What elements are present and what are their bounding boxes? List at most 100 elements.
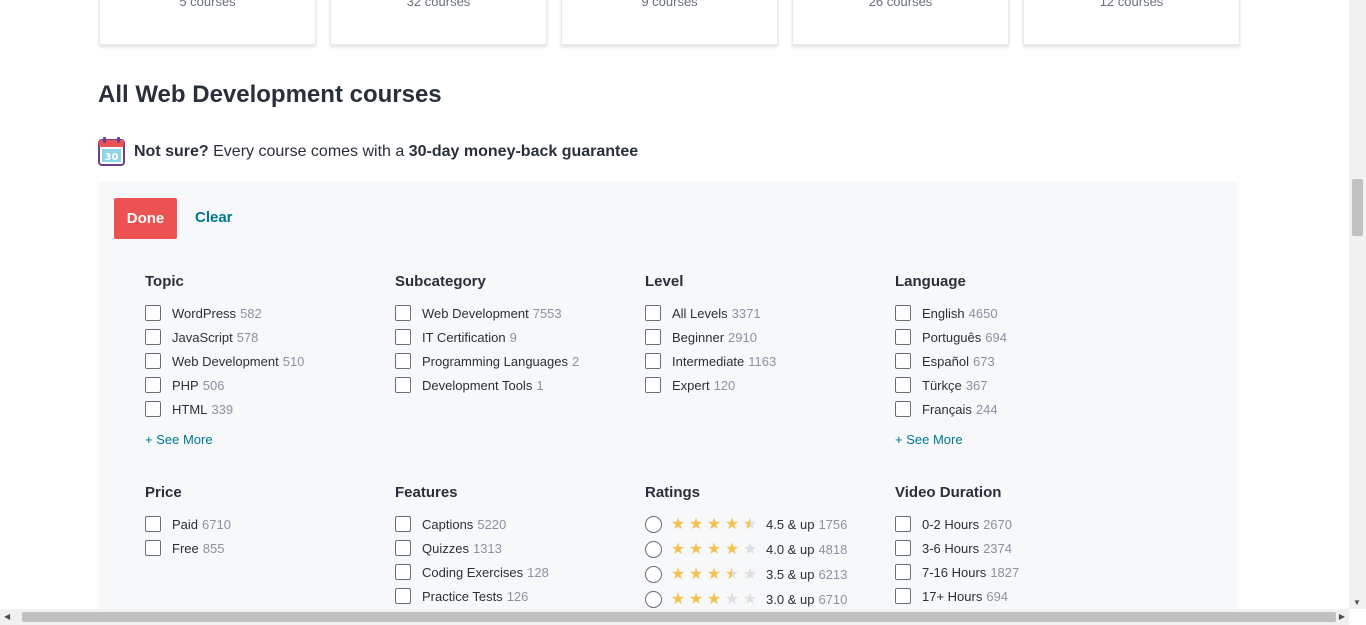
checkbox[interactable] [395, 329, 411, 345]
checkbox[interactable] [145, 305, 161, 321]
checkbox[interactable] [395, 564, 411, 580]
filter-option[interactable]: JavaScript 578 [145, 325, 385, 349]
radio[interactable] [645, 516, 662, 533]
rating-option[interactable]: ★ ★ ★ ★ ★ 4.5 & up 1756 [645, 512, 885, 537]
filter-option[interactable]: Beginner 2910 [645, 325, 885, 349]
see-more-link[interactable]: + See More [895, 432, 1135, 447]
filter-option[interactable]: Türkçe 367 [895, 373, 1135, 397]
star-empty-icon: ★ [742, 565, 758, 583]
checkbox[interactable] [145, 329, 161, 345]
checkbox[interactable] [645, 305, 661, 321]
checkbox[interactable] [145, 540, 161, 556]
filter-option[interactable]: Quizzes 1313 [395, 536, 635, 560]
scroll-down-icon[interactable]: ▼ [1353, 598, 1361, 607]
scrollbar-thumb[interactable] [22, 612, 1336, 622]
star-rating: ★ ★ ★ ★ ★ [669, 565, 759, 583]
star-full-icon: ★ [724, 540, 740, 558]
filter-option[interactable]: English 4650 [895, 301, 1135, 325]
see-more-link[interactable]: + See More [145, 432, 385, 447]
filter-option[interactable]: 17+ Hours 694 [895, 584, 1135, 608]
star-empty-icon: ★ [724, 590, 740, 608]
category-cards: 5 courses 32 courses 9 courses 26 course… [99, 0, 1240, 45]
filter-option[interactable]: Español 673 [895, 349, 1135, 373]
star-full-icon: ★ [688, 590, 704, 608]
category-card[interactable]: 26 courses [792, 0, 1009, 45]
filter-option[interactable]: Programming Languages 2 [395, 349, 635, 373]
scroll-right-icon[interactable]: ▶ [1339, 612, 1345, 621]
filter-option[interactable]: Paid 6710 [145, 512, 385, 536]
checkbox[interactable] [395, 516, 411, 532]
filter-option[interactable]: Captions 5220 [395, 512, 635, 536]
star-half-icon: ★ [724, 565, 740, 583]
checkbox[interactable] [645, 353, 661, 369]
filter-option[interactable]: 3-6 Hours 2374 [895, 536, 1135, 560]
checkbox[interactable] [395, 540, 411, 556]
guarantee-banner: 30 Not sure? Every course comes with a 3… [98, 137, 638, 166]
checkbox[interactable] [895, 353, 911, 369]
horizontal-scrollbar[interactable]: ◀ ▶ [0, 609, 1349, 625]
checkbox[interactable] [645, 377, 661, 393]
scroll-left-icon[interactable]: ◀ [4, 612, 10, 621]
filter-option[interactable]: Coding Exercises 128 [395, 560, 635, 584]
checkbox[interactable] [395, 353, 411, 369]
radio[interactable] [645, 591, 662, 608]
checkbox[interactable] [895, 329, 911, 345]
filter-title: Features [395, 484, 458, 501]
filter-option[interactable]: IT Certification 9 [395, 325, 635, 349]
checkbox[interactable] [145, 516, 161, 532]
filter-option[interactable]: Practice Tests 126 [395, 584, 635, 608]
done-button[interactable]: Done [114, 198, 177, 239]
checkbox[interactable] [395, 305, 411, 321]
filter-title: Subcategory [395, 273, 486, 290]
star-full-icon: ★ [670, 565, 686, 583]
star-empty-icon: ★ [742, 540, 758, 558]
filter-option[interactable]: Português 694 [895, 325, 1135, 349]
category-card[interactable]: 12 courses [1023, 0, 1240, 45]
checkbox[interactable] [895, 377, 911, 393]
radio[interactable] [645, 541, 662, 558]
filter-group-topic: Topic WordPress 582 JavaScript 578 Web Dev… [145, 273, 385, 447]
filter-option[interactable]: Français 244 [895, 397, 1135, 421]
checkbox[interactable] [145, 401, 161, 417]
clear-button[interactable]: Clear [195, 209, 233, 226]
checkbox[interactable] [895, 516, 911, 532]
filter-option[interactable]: PHP 506 [145, 373, 385, 397]
checkbox[interactable] [895, 540, 911, 556]
checkbox[interactable] [145, 377, 161, 393]
star-full-icon: ★ [706, 565, 722, 583]
checkbox[interactable] [145, 353, 161, 369]
filter-option[interactable]: All Levels 3371 [645, 301, 885, 325]
checkbox[interactable] [895, 305, 911, 321]
filter-option[interactable]: Development Tools 1 [395, 373, 635, 397]
radio[interactable] [645, 566, 662, 583]
category-card[interactable]: 5 courses [99, 0, 316, 45]
filter-title: Language [895, 273, 966, 290]
rating-option[interactable]: ★ ★ ★ ★ ★ 4.0 & up 4818 [645, 537, 885, 562]
checkbox[interactable] [645, 329, 661, 345]
checkbox[interactable] [895, 588, 911, 604]
filter-option[interactable]: Web Development 510 [145, 349, 385, 373]
star-full-icon: ★ [688, 540, 704, 558]
checkbox[interactable] [895, 564, 911, 580]
filter-option[interactable]: Expert 120 [645, 373, 885, 397]
filter-option[interactable]: 7-16 Hours 1827 [895, 560, 1135, 584]
filter-option[interactable]: Web Development 7553 [395, 301, 635, 325]
category-card[interactable]: 32 courses [330, 0, 547, 45]
scrollbar-thumb[interactable] [1352, 179, 1363, 236]
filter-title: Video Duration [895, 484, 1002, 501]
vertical-scrollbar[interactable]: ▼ [1349, 0, 1366, 609]
checkbox[interactable] [895, 401, 911, 417]
rating-option[interactable]: ★ ★ ★ ★ ★ 3.5 & up 6213 [645, 562, 885, 587]
category-card[interactable]: 9 courses [561, 0, 778, 45]
filter-group-price: Price Paid 6710 Free 855 [145, 484, 385, 560]
checkbox[interactable] [395, 377, 411, 393]
filter-group-ratings: Ratings ★ ★ ★ ★ ★ 4.5 & up 1756 ★ ★ ★ ★ ★ 4.0 & u… [645, 484, 885, 612]
checkbox[interactable] [395, 588, 411, 604]
star-full-icon: ★ [670, 540, 686, 558]
filter-option[interactable]: Intermediate 1163 [645, 349, 885, 373]
filter-option[interactable]: Free 855 [145, 536, 385, 560]
filter-option[interactable]: HTML 339 [145, 397, 385, 421]
filter-group-level: Level All Levels 3371 Beginner 2910 Interm… [645, 273, 885, 397]
filter-option[interactable]: WordPress 582 [145, 301, 385, 325]
filter-option[interactable]: 0-2 Hours 2670 [895, 512, 1135, 536]
